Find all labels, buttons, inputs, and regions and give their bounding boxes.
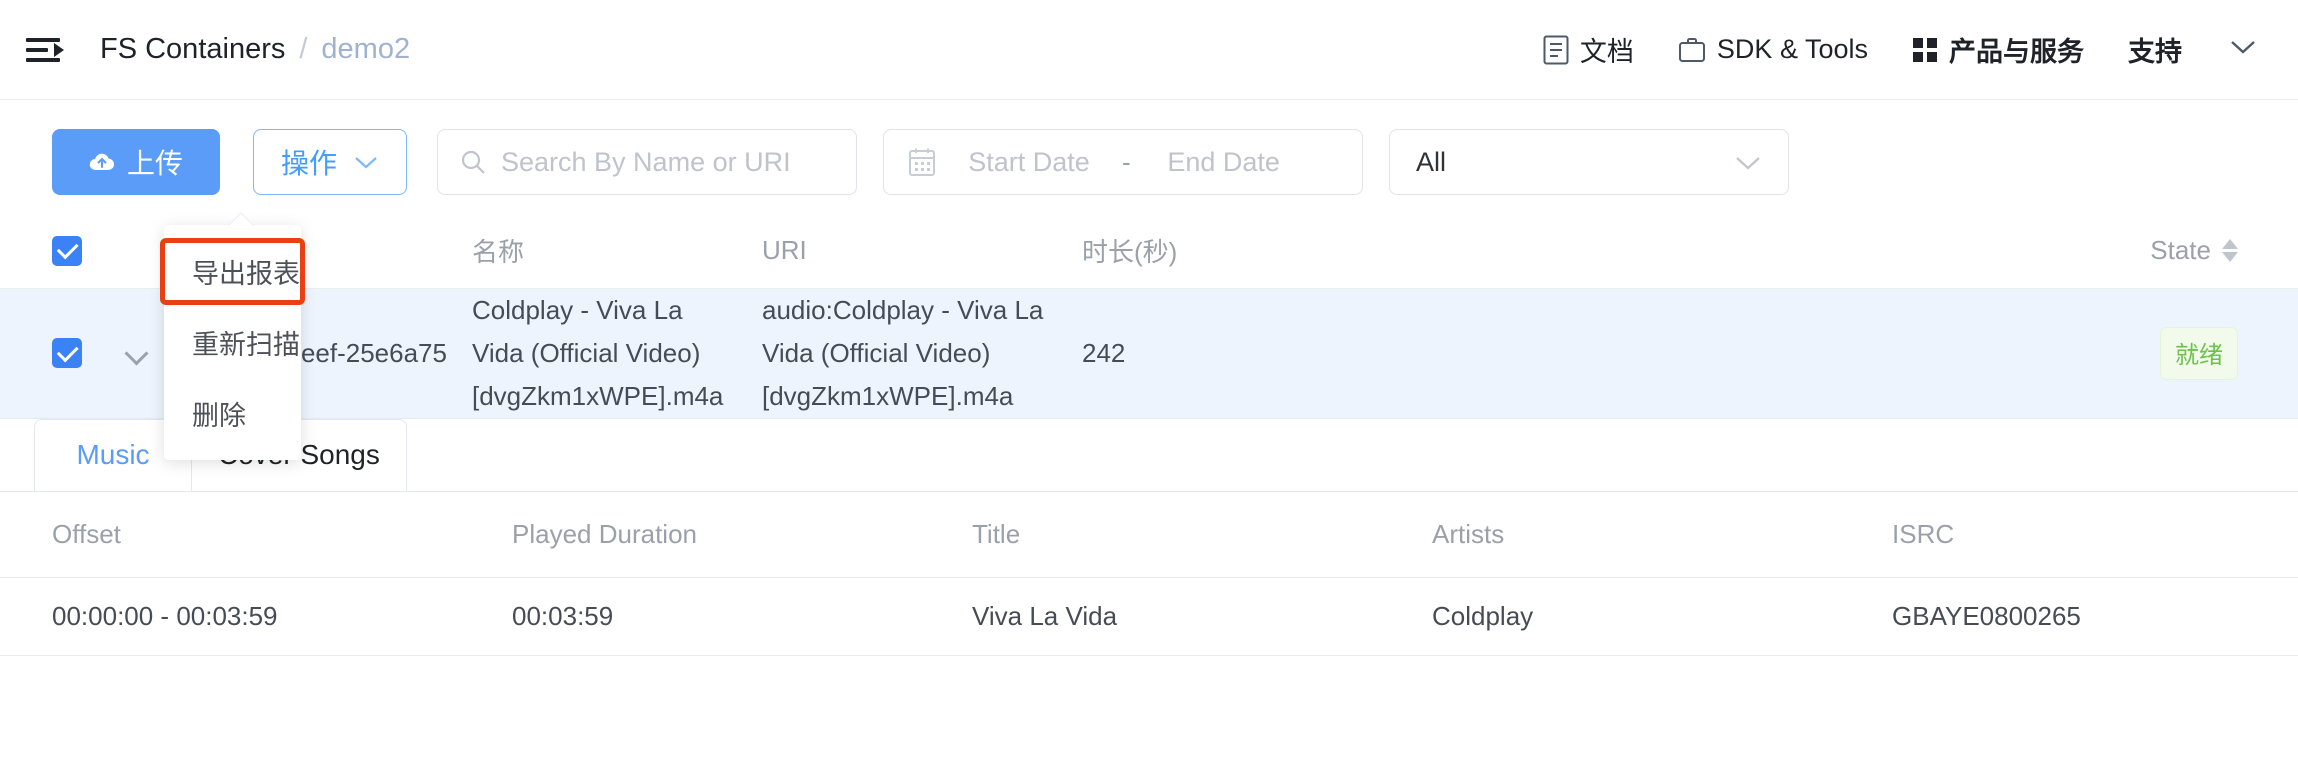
row-duration: 242 (1082, 337, 1126, 368)
row-checkbox[interactable] (52, 338, 82, 369)
column-header-name: 名称 (472, 237, 525, 267)
breadcrumb-separator: / (299, 33, 308, 65)
nav-item-support-label: 支持 (2128, 37, 2182, 67)
cell-title: Viva La Vida (972, 600, 1118, 631)
date-range-separator: - (1122, 146, 1131, 177)
operate-dropdown-button[interactable]: 操作 (253, 129, 407, 195)
upload-button[interactable]: 上传 (52, 129, 220, 195)
nav-item-docs-label: 文档 (1579, 37, 1634, 67)
tab-music-label: Music (76, 439, 150, 471)
nav-item-products-services[interactable]: 产品与服务 (1890, 30, 2106, 69)
containers-table-header: 名称 URI 时长(秒) State (0, 213, 2298, 289)
end-date-input[interactable] (1148, 146, 1299, 178)
status-badge: 就绪 (2160, 326, 2238, 380)
music-table: Offset Played Duration Title Artists ISR… (0, 492, 2298, 656)
column-header-duration: 时长(秒) (1082, 237, 1178, 267)
containers-table: 名称 URI 时长(秒) State 41d9-9eef-25e6a75 Col… (0, 213, 2298, 419)
cell-offset: 00:00:00 - 00:03:59 (52, 600, 278, 631)
column-header-title: Title (972, 518, 1021, 549)
select-all-cell (52, 235, 98, 266)
menu-item-rescan[interactable]: 重新扫描 (164, 308, 301, 379)
nav-item-sdk-tools[interactable]: SDK & Tools (1656, 34, 1890, 65)
row-uri: audio:Coldplay - Viva La Vida (Official … (762, 295, 1044, 411)
sort-toggle-icon[interactable] (2222, 239, 2238, 262)
hamburger-collapse-icon[interactable] (26, 30, 66, 70)
header-nav: 文档 SDK & Tools 产品与服务 支持 (1521, 30, 2264, 69)
chevron-down-icon (1734, 154, 1762, 171)
document-icon (1543, 35, 1569, 65)
operate-dropdown-menu: 导出报表 重新扫描 删除 (160, 212, 305, 460)
header-chevron-down-icon[interactable] (2204, 37, 2264, 62)
music-table-row[interactable]: 00:00:00 - 00:03:59 00:03:59 Viva La Vid… (0, 578, 2298, 656)
nav-item-sdk-tools-label: SDK & Tools (1716, 34, 1868, 64)
row-state-cell: 就绪 (1472, 326, 2298, 380)
music-table-header: Offset Played Duration Title Artists ISR… (0, 492, 2298, 578)
upload-button-label: 上传 (126, 148, 183, 179)
column-header-state: State (2150, 235, 2211, 265)
cell-isrc: GBAYE0800265 (1892, 600, 2081, 631)
breadcrumb-root[interactable]: FS Containers (100, 33, 285, 66)
column-header-state-cell[interactable]: State (1472, 235, 2298, 266)
column-header-offset: Offset (52, 518, 121, 549)
nav-item-products-services-label: 产品与服务 (1949, 37, 2084, 67)
column-header-isrc: ISRC (1892, 518, 1955, 549)
date-range-field[interactable]: - (883, 129, 1363, 195)
cloud-upload-icon (89, 151, 115, 173)
search-icon (460, 149, 486, 175)
detail-tabs: Music Cover Songs (34, 418, 2298, 491)
app-header: FS Containers / demo2 文档 SDK & Tools 产品与… (0, 0, 2298, 100)
status-filter-value: All (1416, 146, 1447, 177)
select-all-checkbox[interactable] (52, 235, 82, 266)
row-name: Coldplay - Viva La Vida (Official Video)… (472, 295, 724, 411)
breadcrumb: FS Containers / demo2 (100, 33, 410, 66)
breadcrumb-current[interactable]: demo2 (321, 33, 410, 66)
column-header-uri: URI (762, 235, 807, 265)
toolbar: 上传 操作 - All (0, 100, 2298, 195)
column-header-played-duration: Played Duration (512, 518, 697, 549)
nav-item-docs[interactable]: 文档 (1521, 30, 1656, 69)
row-select-cell (52, 338, 98, 369)
grid-icon (1912, 37, 1938, 63)
chevron-down-icon[interactable] (124, 341, 149, 366)
calendar-icon (908, 147, 936, 177)
column-header-artists: Artists (1432, 518, 1505, 549)
nav-item-support[interactable]: 支持 (2106, 30, 2204, 69)
chevron-down-icon (353, 154, 379, 170)
table-row[interactable]: 41d9-9eef-25e6a75 Coldplay - Viva La Vid… (0, 289, 2298, 419)
menu-item-export-report[interactable]: 导出报表 (164, 237, 301, 308)
search-field[interactable] (437, 129, 857, 195)
operate-button-label: 操作 (280, 148, 337, 179)
cell-artists: Coldplay (1432, 600, 1534, 631)
search-input[interactable] (501, 146, 834, 178)
app-root: FS Containers / demo2 文档 SDK & Tools 产品与… (0, 0, 2298, 774)
briefcase-icon (1678, 36, 1706, 64)
start-date-input[interactable] (954, 146, 1104, 178)
status-filter-select[interactable]: All (1389, 129, 1789, 195)
menu-item-delete[interactable]: 删除 (164, 379, 301, 450)
cell-played-duration: 00:03:59 (512, 600, 614, 631)
